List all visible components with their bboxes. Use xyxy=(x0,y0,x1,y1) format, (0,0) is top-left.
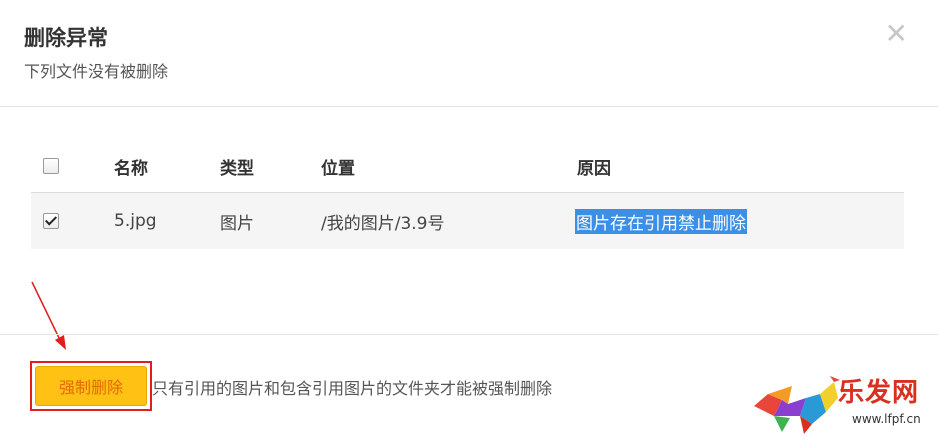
table-header-row: 名称 类型 位置 原因 xyxy=(31,140,904,193)
failed-files-table: 名称 类型 位置 原因 5.jpg 图片 /我的图片/3.9号 图片存在引用禁止… xyxy=(31,140,904,249)
failure-reason-text: 图片存在引用禁止删除 xyxy=(575,208,747,234)
col-header-location: 位置 xyxy=(321,158,355,179)
row-checkbox-cell[interactable] xyxy=(43,193,59,249)
force-delete-hint: 只有引用的图片和包含引用图片的文件夹才能被强制删除 xyxy=(152,379,553,398)
dialog-header: 删除异常 下列文件没有被删除 ✕ xyxy=(0,0,938,107)
file-type: 图片 xyxy=(220,213,254,234)
watermark-brand: 乐发网 xyxy=(838,378,920,408)
col-header-name: 名称 xyxy=(114,158,148,179)
row-checkbox[interactable] xyxy=(43,213,59,229)
watermark-url: www.lfpf.cn xyxy=(852,412,921,426)
select-all-checkbox[interactable] xyxy=(43,158,59,174)
dialog-title: 删除异常 xyxy=(24,26,108,50)
file-location: /我的图片/3.9号 xyxy=(321,213,445,234)
failure-reason: 图片存在引用禁止删除 xyxy=(575,193,747,249)
table-row[interactable]: 5.jpg 图片 /我的图片/3.9号 图片存在引用禁止删除 xyxy=(31,193,904,249)
dialog-subtitle: 下列文件没有被删除 xyxy=(24,62,169,81)
col-header-reason: 原因 xyxy=(577,158,611,179)
delete-error-dialog: 删除异常 下列文件没有被删除 ✕ 名称 类型 位置 原因 5.jpg 图片 /我… xyxy=(0,0,938,440)
force-delete-button[interactable]: 强制删除 xyxy=(35,366,147,406)
select-all-checkbox-cell[interactable] xyxy=(43,140,59,192)
close-icon[interactable]: ✕ xyxy=(885,20,908,48)
col-header-type: 类型 xyxy=(220,158,254,179)
file-name: 5.jpg xyxy=(114,211,157,231)
